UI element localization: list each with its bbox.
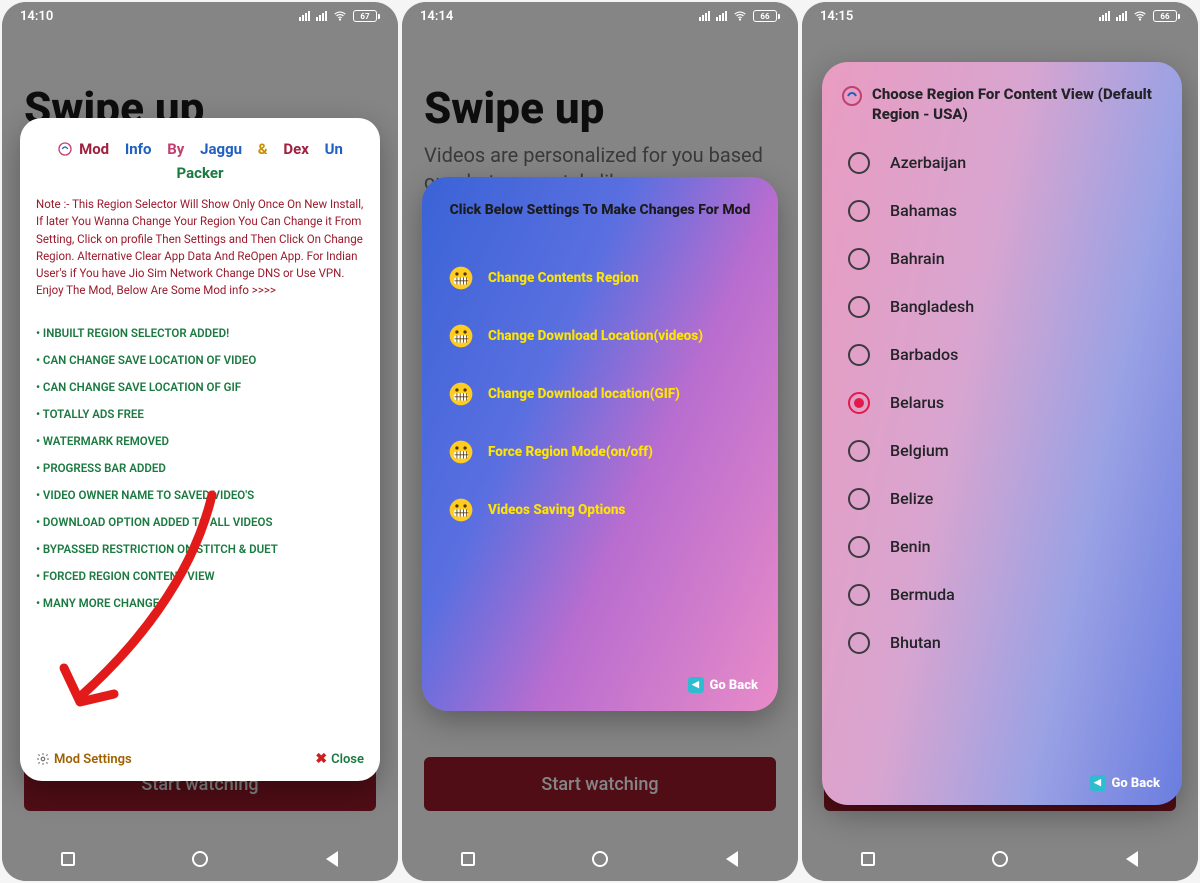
option-change-download-location-gif[interactable]: Change Download location(GIF)	[442, 365, 758, 423]
feature-item: • MANY MORE CHANGES	[36, 590, 364, 617]
status-bar: 14:14 66	[402, 2, 798, 30]
feature-list: • INBUILT REGION SELECTOR ADDED! • CAN C…	[36, 320, 364, 744]
option-change-contents-region[interactable]: Change Contents Region	[442, 249, 758, 307]
close-button[interactable]: ✖ Close	[315, 751, 364, 767]
system-nav-bar	[2, 837, 398, 881]
region-option[interactable]: Bangladesh	[822, 283, 1182, 331]
grin-emoji-icon	[448, 497, 474, 523]
app-logo-icon	[840, 84, 864, 108]
radio-icon	[848, 488, 870, 510]
signal-icon	[1116, 11, 1127, 21]
mod-settings-dialog: Click Below Settings To Make Changes For…	[422, 177, 778, 711]
radio-icon-selected	[848, 392, 870, 414]
nav-back-button[interactable]	[720, 847, 744, 871]
status-bar: 14:10 67	[2, 2, 398, 30]
radio-icon	[848, 296, 870, 318]
wifi-icon	[333, 9, 347, 23]
feature-item: • FORCED REGION CONTENT VIEW	[36, 563, 364, 590]
region-option[interactable]: Bhutan	[822, 619, 1182, 667]
nav-recents-button[interactable]	[856, 847, 880, 871]
grin-emoji-icon	[448, 323, 474, 349]
go-back-button[interactable]: ◀ Go Back	[1090, 775, 1161, 791]
radio-icon	[848, 584, 870, 606]
clock-text: 14:10	[20, 9, 53, 24]
nav-recents-button[interactable]	[456, 847, 480, 871]
battery-icon: 67	[353, 10, 380, 22]
dialog-title: Mod Info By Jaggu & Dex UnPacker	[36, 140, 364, 182]
nav-home-button[interactable]	[188, 847, 212, 871]
nav-home-button[interactable]	[988, 847, 1012, 871]
feature-item: • WATERMARK REMOVED	[36, 428, 364, 455]
feature-item: • TOTALLY ADS FREE	[36, 401, 364, 428]
nav-recents-button[interactable]	[56, 847, 80, 871]
region-option[interactable]: Belarus	[822, 379, 1182, 427]
signal-icon	[716, 11, 727, 21]
go-back-button[interactable]: ◀ Go Back	[688, 677, 759, 693]
region-option[interactable]: Benin	[822, 523, 1182, 571]
feature-item: • DOWNLOAD OPTION ADDED TO ALL VIDEOS	[36, 509, 364, 536]
radio-icon	[848, 536, 870, 558]
feature-item: • PROGRESS BAR ADDED	[36, 455, 364, 482]
dialog-header: Click Below Settings To Make Changes For…	[442, 201, 758, 221]
radio-icon	[848, 440, 870, 462]
mod-info-dialog: Mod Info By Jaggu & Dex UnPacker Note :-…	[20, 118, 380, 781]
system-nav-bar	[402, 837, 798, 881]
dialog-note-text: Note :- This Region Selector Will Show O…	[36, 196, 364, 300]
signal-icon	[299, 11, 310, 21]
dialog-header: Choose Region For Content View (Default …	[872, 84, 1164, 125]
clock-text: 14:14	[420, 9, 453, 24]
option-videos-saving-options[interactable]: Videos Saving Options	[442, 481, 758, 539]
signal-icon	[699, 11, 710, 21]
battery-icon: 66	[1153, 10, 1180, 22]
wifi-icon	[1133, 9, 1147, 23]
grin-emoji-icon	[448, 381, 474, 407]
radio-icon	[848, 152, 870, 174]
region-option[interactable]: Bermuda	[822, 571, 1182, 619]
back-icon: ◀	[688, 677, 704, 693]
nav-back-button[interactable]	[320, 847, 344, 871]
status-bar: 14:15 66	[802, 2, 1198, 30]
signal-icon	[1099, 11, 1110, 21]
nav-home-button[interactable]	[588, 847, 612, 871]
app-logo-icon	[57, 141, 73, 157]
radio-icon	[848, 200, 870, 222]
wifi-icon	[733, 9, 747, 23]
region-option[interactable]: Bahrain	[822, 235, 1182, 283]
system-nav-bar	[802, 837, 1198, 881]
gear-icon	[36, 752, 50, 766]
radio-icon	[848, 632, 870, 654]
feature-item: • INBUILT REGION SELECTOR ADDED!	[36, 320, 364, 347]
phone-screen-2: Swipe up Videos are personalized for you…	[402, 2, 798, 881]
radio-icon	[848, 344, 870, 366]
phone-screen-3: Swipe up Videos are personalized for you…	[802, 2, 1198, 881]
region-list[interactable]: Azerbaijan Bahamas Bahrain Bangladesh Ba…	[822, 139, 1182, 776]
phone-screen-1: Swipe up Videos are personalized for you…	[2, 2, 398, 881]
feature-item: • VIDEO OWNER NAME TO SAVED VIDEO'S	[36, 482, 364, 509]
battery-icon: 66	[753, 10, 780, 22]
option-change-download-location-videos[interactable]: Change Download Location(videos)	[442, 307, 758, 365]
region-option[interactable]: Belize	[822, 475, 1182, 523]
region-selector-dialog: Choose Region For Content View (Default …	[822, 62, 1182, 805]
feature-item: • CAN CHANGE SAVE LOCATION OF GIF	[36, 374, 364, 401]
radio-icon	[848, 248, 870, 270]
region-option[interactable]: Barbados	[822, 331, 1182, 379]
option-force-region-mode[interactable]: Force Region Mode(on/off)	[442, 423, 758, 481]
nav-back-button[interactable]	[1120, 847, 1144, 871]
grin-emoji-icon	[448, 439, 474, 465]
close-icon: ✖	[315, 751, 327, 767]
region-option[interactable]: Azerbaijan	[822, 139, 1182, 187]
grin-emoji-icon	[448, 265, 474, 291]
mod-settings-button[interactable]: Mod Settings	[36, 752, 132, 767]
region-option[interactable]: Bahamas	[822, 187, 1182, 235]
feature-item: • BYPASSED RESTRICTION ON STITCH & DUET	[36, 536, 364, 563]
clock-text: 14:15	[820, 9, 853, 24]
signal-icon	[316, 11, 327, 21]
back-icon: ◀	[1090, 775, 1106, 791]
feature-item: • CAN CHANGE SAVE LOCATION OF VIDEO	[36, 347, 364, 374]
region-option[interactable]: Belgium	[822, 427, 1182, 475]
